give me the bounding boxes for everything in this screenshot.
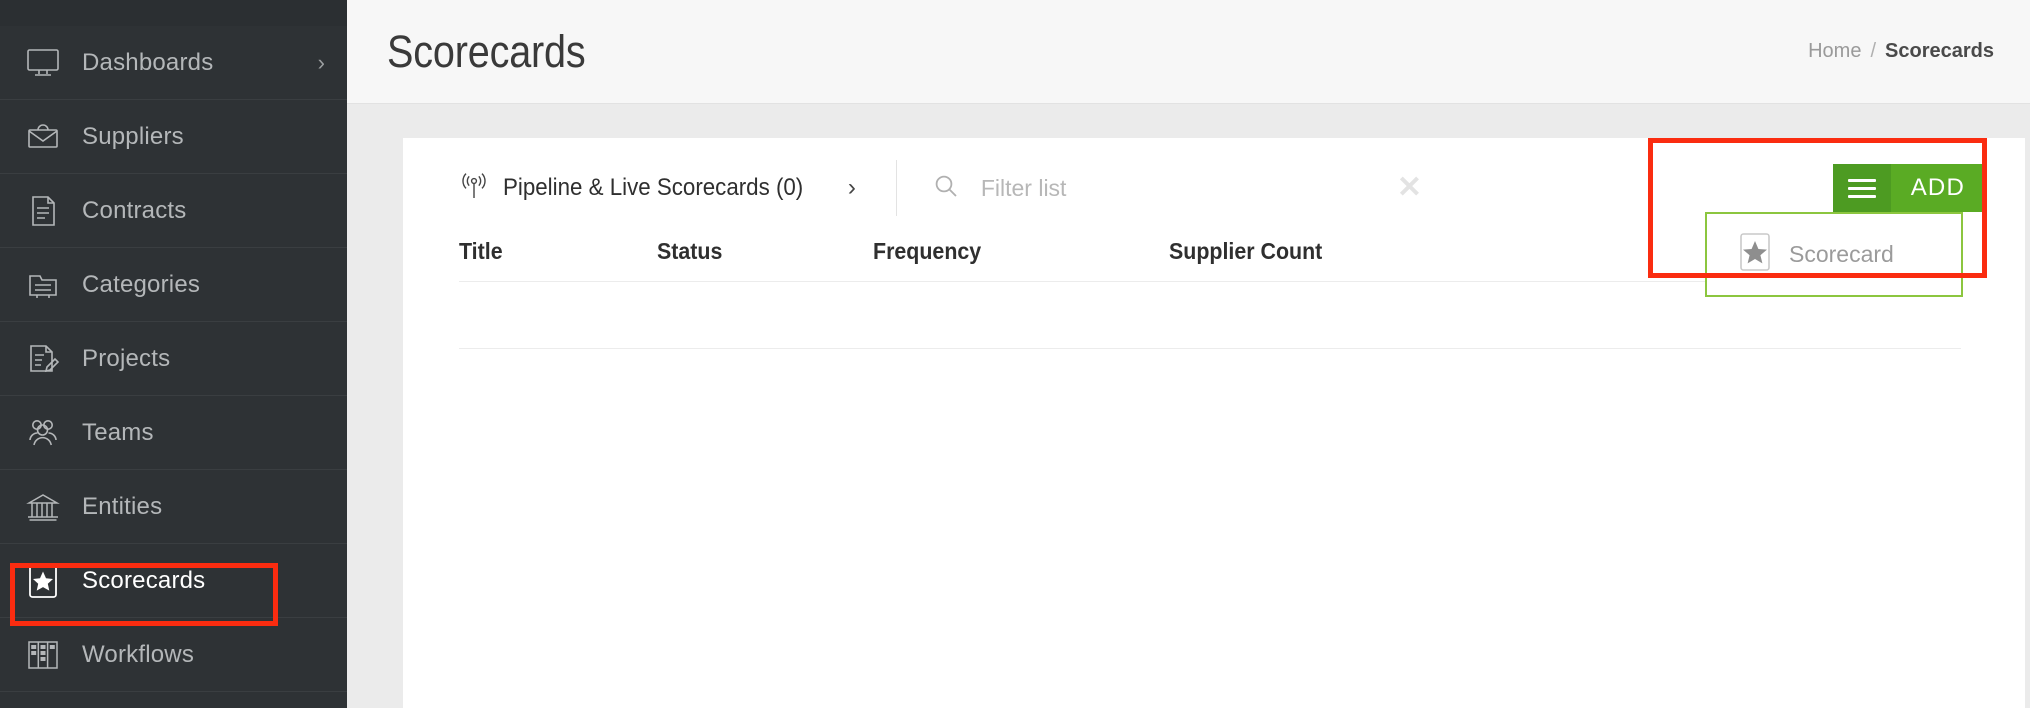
dropdown-item-scorecard[interactable]: Scorecard (1707, 226, 1961, 283)
scorecards-card: Pipeline & Live Scorecards (0) › ✕ (403, 138, 2025, 708)
sidebar-item-workflows[interactable]: Workflows (0, 618, 347, 692)
search-input[interactable] (980, 174, 1311, 202)
column-header-frequency[interactable]: Frequency (873, 238, 1148, 265)
sidebar-item-contracts[interactable]: Contracts (0, 174, 347, 248)
pipeline-label: Pipeline & Live Scorecards (0) (503, 174, 804, 201)
breadcrumb-separator: / (1870, 40, 1877, 62)
sidebar-item-label: Categories (82, 270, 201, 298)
table-footer-rule (459, 348, 1961, 349)
column-header-status[interactable]: Status (657, 238, 858, 265)
sidebar-item-projects[interactable]: Projects (0, 322, 347, 396)
sidebar-nav-list: Dashboards › Suppliers Contracts Categor… (0, 26, 347, 692)
toolbar-divider (895, 160, 897, 216)
column-header-title[interactable]: Title (459, 238, 643, 265)
document-icon (22, 190, 64, 232)
content-area: Pipeline & Live Scorecards (0) › ✕ (347, 104, 2030, 708)
people-icon (22, 412, 64, 454)
sidebar-item-label: Entities (82, 492, 163, 520)
sidebar-item-label: Dashboards (82, 48, 214, 76)
sidebar-item-categories[interactable]: Categories (0, 248, 347, 322)
hamburger-icon[interactable] (1832, 164, 1891, 212)
document-pen-icon (22, 338, 64, 380)
sidebar-item-label: Suppliers (82, 122, 184, 150)
sidebar-item-label: Workflows (82, 640, 195, 668)
app-root: Dashboards › Suppliers Contracts Categor… (0, 0, 2030, 708)
sidebar: Dashboards › Suppliers Contracts Categor… (0, 0, 347, 708)
sidebar-item-teams[interactable]: Teams (0, 396, 347, 470)
sidebar-item-dashboards[interactable]: Dashboards › (0, 26, 347, 100)
page-header: Scorecards Home / Scorecards (347, 0, 2030, 104)
sidebar-item-label: Scorecards (82, 566, 206, 594)
main-region: Scorecards Home / Scorecards Pipeline & … (347, 0, 2030, 708)
search-icon (933, 173, 959, 204)
add-button[interactable]: ADD (1890, 164, 1987, 212)
monitor-icon (22, 42, 64, 84)
add-dropdown-menu: Scorecard (1705, 212, 1963, 297)
dropdown-item-label: Scorecard (1789, 241, 1894, 267)
card-toolbar: Pipeline & Live Scorecards (0) › ✕ (403, 138, 2025, 297)
sidebar-item-label: Contracts (82, 196, 187, 224)
add-button-group[interactable]: ADD (1832, 164, 1987, 212)
star-card-icon (22, 560, 64, 602)
sidebar-item-suppliers[interactable]: Suppliers (0, 100, 347, 174)
chevron-right-icon[interactable]: › (848, 176, 856, 200)
briefcase-icon (22, 116, 64, 158)
sidebar-item-label: Projects (82, 344, 171, 372)
column-header-supplier-count[interactable]: Supplier Count (1169, 238, 1448, 265)
breadcrumb-home[interactable]: Home (1808, 40, 1861, 63)
kanban-grid-icon (22, 634, 64, 676)
broadcast-icon (459, 171, 489, 206)
sidebar-top-strip (0, 0, 347, 26)
close-icon[interactable]: ✕ (1397, 173, 1422, 203)
sidebar-item-entities[interactable]: Entities (0, 470, 347, 544)
breadcrumb-current: Scorecards (1885, 40, 1994, 62)
star-card-icon (1739, 232, 1771, 277)
page-title: Scorecards (387, 25, 586, 77)
sidebar-item-scorecards[interactable]: Scorecards (0, 544, 347, 618)
breadcrumb: Home / Scorecards (1808, 40, 1994, 63)
pipeline-selector[interactable]: Pipeline & Live Scorecards (0) › (459, 171, 884, 206)
folder-icon (22, 264, 64, 306)
chevron-right-icon[interactable]: › (318, 51, 325, 74)
bank-icon (22, 486, 64, 528)
sidebar-item-label: Teams (82, 418, 154, 446)
